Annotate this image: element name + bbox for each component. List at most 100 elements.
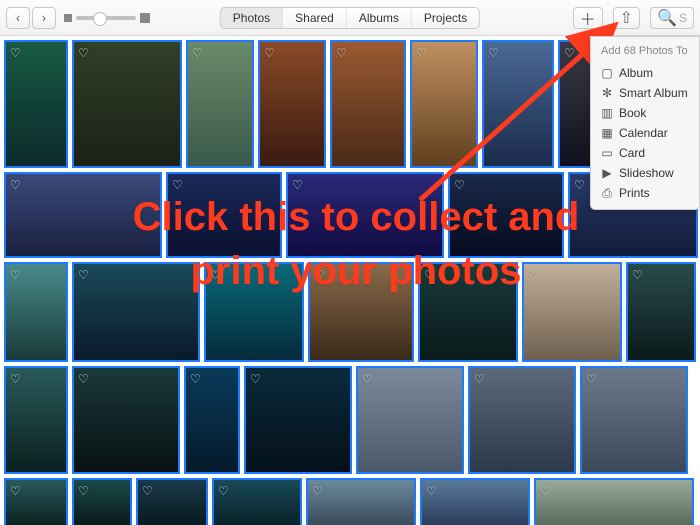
photo-thumbnail[interactable]: ♡ (356, 366, 464, 474)
favorite-heart-icon[interactable]: ♡ (454, 178, 465, 192)
photo-thumbnail[interactable]: ♡ (72, 478, 132, 525)
favorite-heart-icon[interactable]: ♡ (250, 372, 261, 386)
slideshow-icon: ▶ (601, 167, 613, 179)
photo-thumbnail[interactable]: ♡ (72, 262, 200, 362)
share-icon: ⇧ (620, 8, 633, 28)
favorite-heart-icon[interactable]: ♡ (528, 268, 539, 282)
favorite-heart-icon[interactable]: ♡ (488, 46, 499, 60)
dropdown-item-smart-album[interactable]: ✻ Smart Album (591, 83, 699, 103)
favorite-heart-icon[interactable]: ♡ (632, 268, 643, 282)
photo-thumbnail[interactable]: ♡ (258, 40, 326, 168)
favorite-heart-icon[interactable]: ♡ (10, 372, 21, 386)
view-tabs: Photos Shared Albums Projects (220, 7, 480, 29)
photo-thumbnail[interactable]: ♡ (4, 478, 68, 525)
dropdown-item-calendar[interactable]: ▦ Calendar (591, 123, 699, 143)
photo-thumbnail[interactable]: ♡ (136, 478, 208, 525)
photo-thumbnail[interactable]: ♡ (330, 40, 406, 168)
dropdown-item-slideshow[interactable]: ▶ Slideshow (591, 163, 699, 183)
tab-projects[interactable]: Projects (412, 8, 479, 28)
dropdown-item-prints[interactable]: ⎙ Prints (591, 183, 699, 203)
photo-thumbnail[interactable]: ♡ (244, 366, 352, 474)
tab-shared[interactable]: Shared (283, 8, 347, 28)
search-button[interactable]: 🔍 S (650, 7, 694, 29)
photo-thumbnail[interactable]: ♡ (418, 262, 518, 362)
favorite-heart-icon[interactable]: ♡ (10, 484, 21, 498)
favorite-heart-icon[interactable]: ♡ (540, 484, 551, 498)
forward-button[interactable]: › (32, 7, 56, 29)
book-icon: ▥ (601, 107, 613, 119)
dropdown-item-card[interactable]: ▭ Card (591, 143, 699, 163)
favorite-heart-icon[interactable]: ♡ (78, 268, 89, 282)
favorite-heart-icon[interactable]: ♡ (426, 484, 437, 498)
photo-thumbnail[interactable]: ♡ (4, 262, 68, 362)
favorite-heart-icon[interactable]: ♡ (424, 268, 435, 282)
add-dropdown: Add 68 Photos To ▢ Album ✻ Smart Album ▥… (590, 36, 700, 210)
photo-thumbnail[interactable]: ♡ (184, 366, 240, 474)
nav-back-forward: ‹ › (6, 7, 56, 29)
photo-thumbnail[interactable]: ♡ (482, 40, 554, 168)
zoom-small-icon (64, 14, 72, 22)
chevron-right-icon: › (42, 11, 46, 25)
photo-thumbnail[interactable]: ♡ (212, 478, 302, 525)
share-button[interactable]: ⇧ (613, 7, 640, 29)
favorite-heart-icon[interactable]: ♡ (586, 372, 597, 386)
photo-thumbnail[interactable]: ♡ (4, 40, 68, 168)
favorite-heart-icon[interactable]: ♡ (10, 46, 21, 60)
card-icon: ▭ (601, 147, 613, 159)
plus-icon: ＋ (580, 6, 596, 30)
zoom-slider[interactable] (76, 16, 136, 20)
favorite-heart-icon[interactable]: ♡ (142, 484, 153, 498)
favorite-heart-icon[interactable]: ♡ (474, 372, 485, 386)
photo-thumbnail[interactable]: ♡ (534, 478, 694, 525)
favorite-heart-icon[interactable]: ♡ (218, 484, 229, 498)
favorite-heart-icon[interactable]: ♡ (336, 46, 347, 60)
photo-thumbnail[interactable]: ♡ (420, 478, 530, 525)
favorite-heart-icon[interactable]: ♡ (78, 372, 89, 386)
favorite-heart-icon[interactable]: ♡ (362, 372, 373, 386)
add-button[interactable]: ＋ (573, 7, 603, 29)
back-button[interactable]: ‹ (6, 7, 30, 29)
photo-thumbnail[interactable]: ♡ (308, 262, 414, 362)
photo-thumbnail[interactable]: ♡ (448, 172, 564, 258)
photo-thumbnail[interactable]: ♡ (186, 40, 254, 168)
photo-thumbnail[interactable]: ♡ (522, 262, 622, 362)
toolbar-right: ＋ ⇧ 🔍 S (573, 7, 694, 29)
tab-albums[interactable]: Albums (347, 8, 412, 28)
dropdown-item-album[interactable]: ▢ Album (591, 63, 699, 83)
favorite-heart-icon[interactable]: ♡ (78, 46, 89, 60)
photo-thumbnail[interactable]: ♡ (72, 366, 180, 474)
photo-thumbnail[interactable]: ♡ (166, 172, 282, 258)
favorite-heart-icon[interactable]: ♡ (564, 46, 575, 60)
photo-thumbnail[interactable]: ♡ (4, 366, 68, 474)
favorite-heart-icon[interactable]: ♡ (314, 268, 325, 282)
tab-photos[interactable]: Photos (221, 8, 283, 28)
favorite-heart-icon[interactable]: ♡ (192, 46, 203, 60)
photo-thumbnail[interactable]: ♡ (468, 366, 576, 474)
favorite-heart-icon[interactable]: ♡ (172, 178, 183, 192)
prints-icon: ⎙ (601, 187, 613, 199)
dropdown-item-book[interactable]: ▥ Book (591, 103, 699, 123)
search-hint: S (679, 11, 687, 25)
zoom-slider-group (64, 13, 150, 23)
photo-thumbnail[interactable]: ♡ (72, 40, 182, 168)
favorite-heart-icon[interactable]: ♡ (292, 178, 303, 192)
favorite-heart-icon[interactable]: ♡ (78, 484, 89, 498)
photo-thumbnail[interactable]: ♡ (286, 172, 444, 258)
photo-thumbnail[interactable]: ♡ (306, 478, 416, 525)
favorite-heart-icon[interactable]: ♡ (210, 268, 221, 282)
favorite-heart-icon[interactable]: ♡ (574, 178, 585, 192)
favorite-heart-icon[interactable]: ♡ (10, 178, 21, 192)
calendar-icon: ▦ (601, 127, 613, 139)
photo-thumbnail[interactable]: ♡ (626, 262, 696, 362)
favorite-heart-icon[interactable]: ♡ (312, 484, 323, 498)
photo-thumbnail[interactable]: ♡ (204, 262, 304, 362)
photo-thumbnail[interactable]: ♡ (4, 172, 162, 258)
favorite-heart-icon[interactable]: ♡ (190, 372, 201, 386)
photo-thumbnail[interactable]: ♡ (410, 40, 478, 168)
favorite-heart-icon[interactable]: ♡ (264, 46, 275, 60)
smart-album-icon: ✻ (601, 87, 613, 99)
favorite-heart-icon[interactable]: ♡ (416, 46, 427, 60)
favorite-heart-icon[interactable]: ♡ (10, 268, 21, 282)
album-icon: ▢ (601, 67, 613, 79)
photo-thumbnail[interactable]: ♡ (580, 366, 688, 474)
